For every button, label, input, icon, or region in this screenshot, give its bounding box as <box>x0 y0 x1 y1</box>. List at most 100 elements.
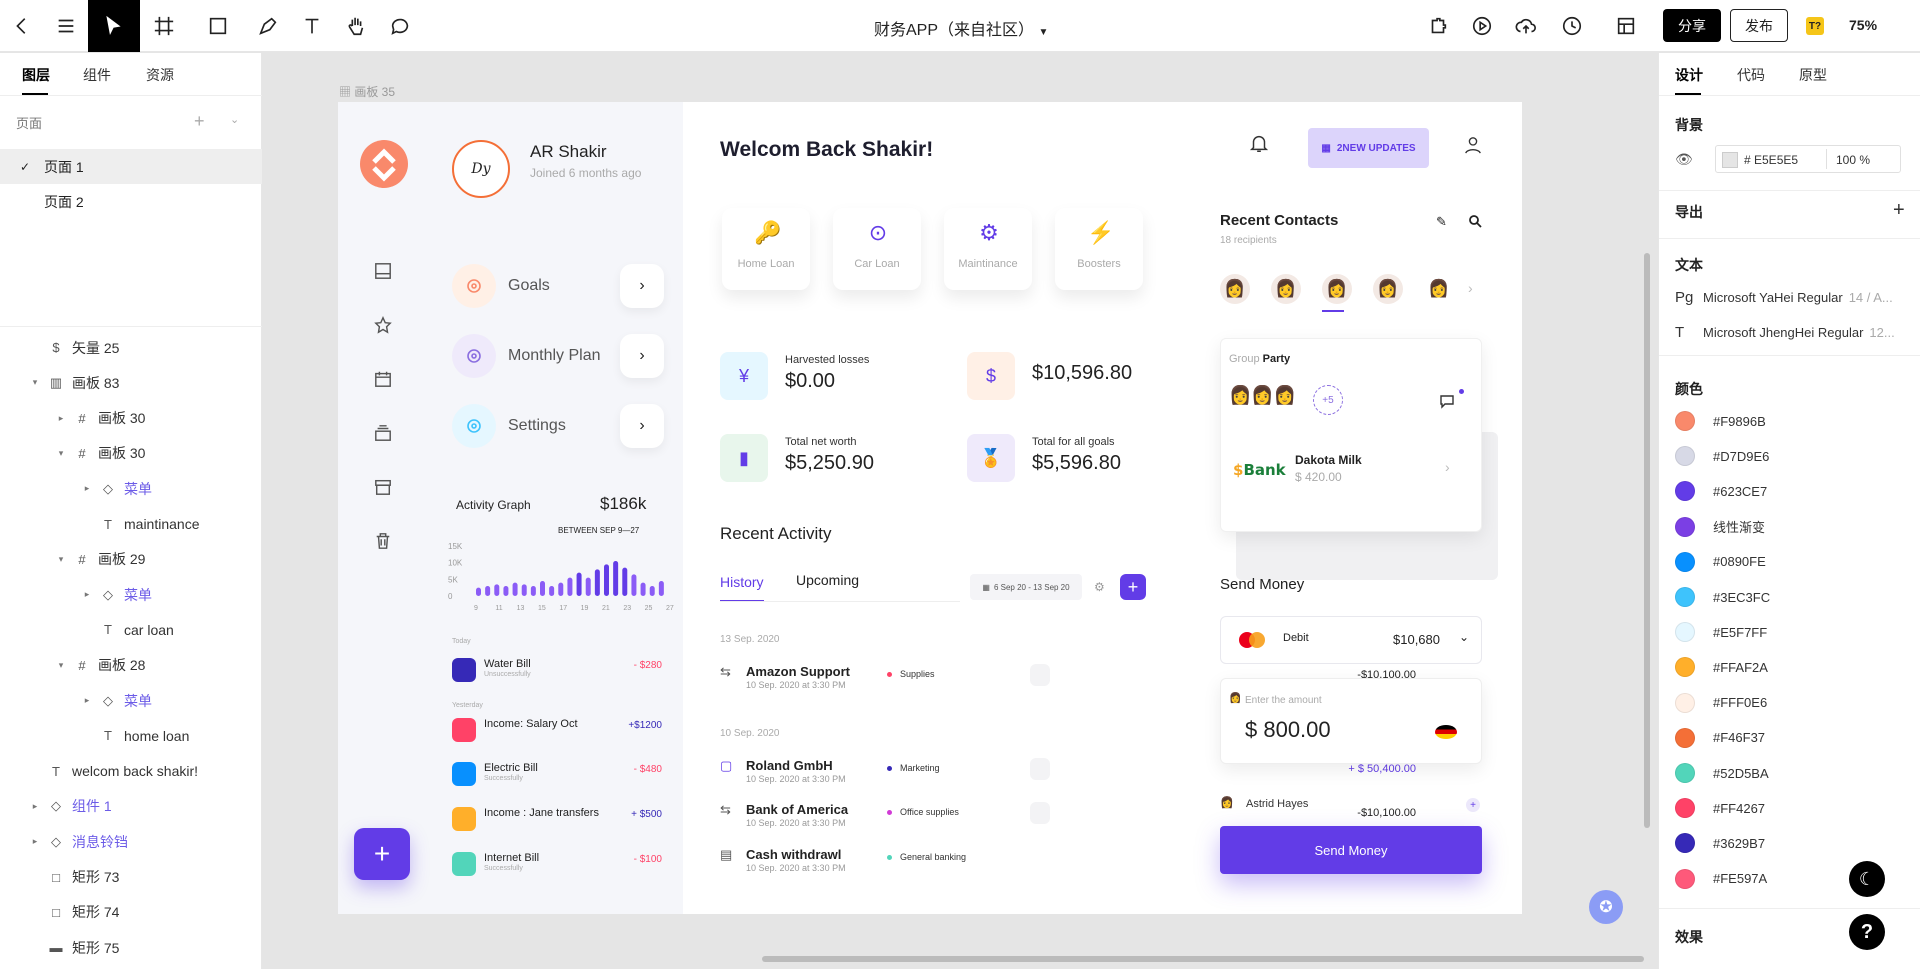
rectangle-tool-icon[interactable] <box>196 0 240 52</box>
chevron-right-icon[interactable]: › <box>1468 280 1473 296</box>
chevron-right-icon[interactable]: › <box>620 334 664 378</box>
contact-avatar[interactable]: 👩 <box>1271 274 1301 304</box>
color-style-item[interactable]: #623CE7 <box>1675 477 1905 505</box>
contact-avatar[interactable]: 👩 <box>1373 274 1403 304</box>
tab-assets[interactable]: 资源 <box>146 65 174 85</box>
layer-item[interactable]: ▸ ◇ 组件 1 <box>0 789 262 824</box>
color-style-item[interactable]: 线性渐变 <box>1675 513 1905 541</box>
avatar[interactable]: Dy <box>452 140 510 198</box>
chat-icon[interactable] <box>1439 393 1455 409</box>
page-item-2[interactable]: 页面 2 <box>0 184 262 219</box>
home-loan-card[interactable]: 🔑 Home Loan <box>722 208 810 290</box>
transaction-row[interactable]: Internet Bill Successfully - $100 <box>452 848 662 884</box>
color-style-item[interactable]: #F9896B <box>1675 407 1905 435</box>
caret-icon[interactable]: ▾ <box>54 448 68 459</box>
horizontal-scrollbar[interactable] <box>762 956 1644 962</box>
move-tool-icon[interactable] <box>88 0 140 52</box>
color-style-item[interactable]: #E5F7FF <box>1675 618 1905 646</box>
upload-icon[interactable] <box>1504 0 1548 52</box>
layer-item[interactable]: ▾ # 画板 29 <box>0 542 262 577</box>
transaction-row[interactable]: Income : Jane transfers + $500 <box>452 803 662 839</box>
activity-row[interactable]: ▢ Roland GmbH 10 Sep. 2020 at 3:30 PM Marke… <box>720 758 1416 792</box>
color-style-item[interactable]: #52D5BA <box>1675 759 1905 787</box>
caret-icon[interactable]: ▾ <box>54 660 68 671</box>
layer-item[interactable]: Tmaintinance <box>0 507 262 542</box>
dark-mode-icon[interactable]: ☾ <box>1849 861 1885 897</box>
layer-item[interactable]: ▾ # 画板 28 <box>0 648 262 683</box>
add-recipient-icon[interactable]: + <box>1466 798 1480 812</box>
layer-item[interactable]: □ 矩形 74 <box>0 895 262 930</box>
share-button[interactable]: 分享 <box>1663 9 1721 42</box>
contact-avatar[interactable]: 👩 <box>1220 274 1250 304</box>
pen-tool-icon[interactable] <box>246 0 290 52</box>
star-icon[interactable] <box>374 316 394 336</box>
caret-icon[interactable]: ▾ <box>54 554 68 565</box>
boosters-card[interactable]: ⚡ Boosters <box>1055 208 1143 290</box>
caret-icon[interactable]: ▸ <box>80 483 94 494</box>
layer-item[interactable]: □ 矩形 73 <box>0 860 262 895</box>
layer-item[interactable]: ▸ ◇ 菜单 <box>0 471 262 506</box>
date-range-picker[interactable]: ▦ 6 Sep 20 - 13 Sep 20 <box>970 574 1082 600</box>
tab-upcoming[interactable]: Upcoming <box>796 572 859 588</box>
layer-item[interactable]: $ 矢量 25 <box>0 330 262 365</box>
color-style-item[interactable]: #FF4267 <box>1675 794 1905 822</box>
transaction-row[interactable]: Water Bill Unsuccessfully - $280 <box>452 654 662 690</box>
chevron-right-icon[interactable]: › <box>620 264 664 308</box>
nav-item-goals[interactable]: Goals › <box>452 262 664 310</box>
collapse-pages-icon[interactable]: ⌄ <box>230 113 239 126</box>
settings-icon[interactable]: ⚙ <box>1094 580 1105 594</box>
car-loan-card[interactable]: ⊙ Car Loan <box>833 208 921 290</box>
color-style-item[interactable]: #3EC3FC <box>1675 583 1905 611</box>
background-color-field[interactable]: # E5E5E5 100 % <box>1715 145 1901 173</box>
text-tool-icon[interactable] <box>290 0 334 52</box>
assistant-icon[interactable]: ✪ <box>1589 890 1623 924</box>
attachment-icon[interactable] <box>1030 758 1050 780</box>
frame-tool-icon[interactable] <box>142 0 186 52</box>
layer-item[interactable]: Twelcom back shakir! <box>0 754 262 789</box>
contact-avatar[interactable]: 👩 <box>1322 274 1352 304</box>
tab-components[interactable]: 组件 <box>83 65 111 85</box>
publish-button[interactable]: 发布 <box>1730 9 1788 42</box>
contact-avatar[interactable]: 👩 <box>1424 274 1454 304</box>
edit-icon[interactable]: ✎ <box>1436 214 1447 230</box>
layer-item[interactable]: ▸ ◇ 消息铃铛 <box>0 824 262 859</box>
caret-icon[interactable]: ▾ <box>28 377 42 388</box>
comment-tool-icon[interactable] <box>378 0 422 52</box>
eye-icon[interactable]: 👁 <box>1675 151 1693 168</box>
save-icon[interactable] <box>374 262 394 282</box>
calendar-icon[interactable] <box>374 370 394 390</box>
caret-icon[interactable]: ▸ <box>80 589 94 600</box>
attachment-icon[interactable] <box>1030 664 1050 686</box>
file-title[interactable]: 财务APP（来自社区） ▼ <box>874 16 1048 40</box>
trash-icon[interactable] <box>374 532 394 552</box>
flag-icon[interactable] <box>1435 725 1457 739</box>
zoom-level[interactable]: 75% <box>1849 17 1877 33</box>
layer-item[interactable]: ▸ # 画板 30 <box>0 401 262 436</box>
add-page-icon[interactable]: + <box>194 111 205 132</box>
transaction-row[interactable]: Income: Salary Oct +$1200 <box>452 714 662 750</box>
play-icon[interactable] <box>1460 0 1504 52</box>
layer-item[interactable]: ▬ 矩形 75 <box>0 930 262 965</box>
vertical-scrollbar[interactable] <box>1644 253 1650 828</box>
archive-icon[interactable] <box>374 478 394 498</box>
history-icon[interactable] <box>1550 0 1594 52</box>
layer-item[interactable]: Thome loan <box>0 718 262 753</box>
layer-item[interactable]: ▸ ◇ 菜单 <box>0 683 262 718</box>
layer-item[interactable]: Tcar loan <box>0 612 262 647</box>
color-style-item[interactable]: #3629B7 <box>1675 829 1905 857</box>
caret-icon[interactable]: ▸ <box>54 413 68 424</box>
color-style-item[interactable]: #D7D9E6 <box>1675 442 1905 470</box>
activity-row[interactable]: ▤ Cash withdrawl 10 Sep. 2020 at 3:30 PM Ge… <box>720 847 1416 881</box>
user-icon[interactable] <box>1464 136 1484 156</box>
page-item-1[interactable]: ✓ 页面 1 <box>0 149 262 184</box>
color-style-item[interactable]: #FFF0E6 <box>1675 689 1905 717</box>
maintenance-card[interactable]: ⚙ Maintinance <box>944 208 1032 290</box>
layout-icon[interactable] <box>1604 0 1648 52</box>
layer-item[interactable]: ▸ ◇ 菜单 <box>0 577 262 612</box>
chevron-right-icon[interactable]: › <box>1445 459 1450 475</box>
tab-prototype[interactable]: 原型 <box>1799 65 1827 85</box>
send-money-button[interactable]: Send Money <box>1220 826 1482 874</box>
add-activity-button[interactable]: + <box>1120 574 1146 600</box>
tab-code[interactable]: 代码 <box>1737 65 1765 85</box>
tab-layers[interactable]: 图层 <box>22 65 50 85</box>
